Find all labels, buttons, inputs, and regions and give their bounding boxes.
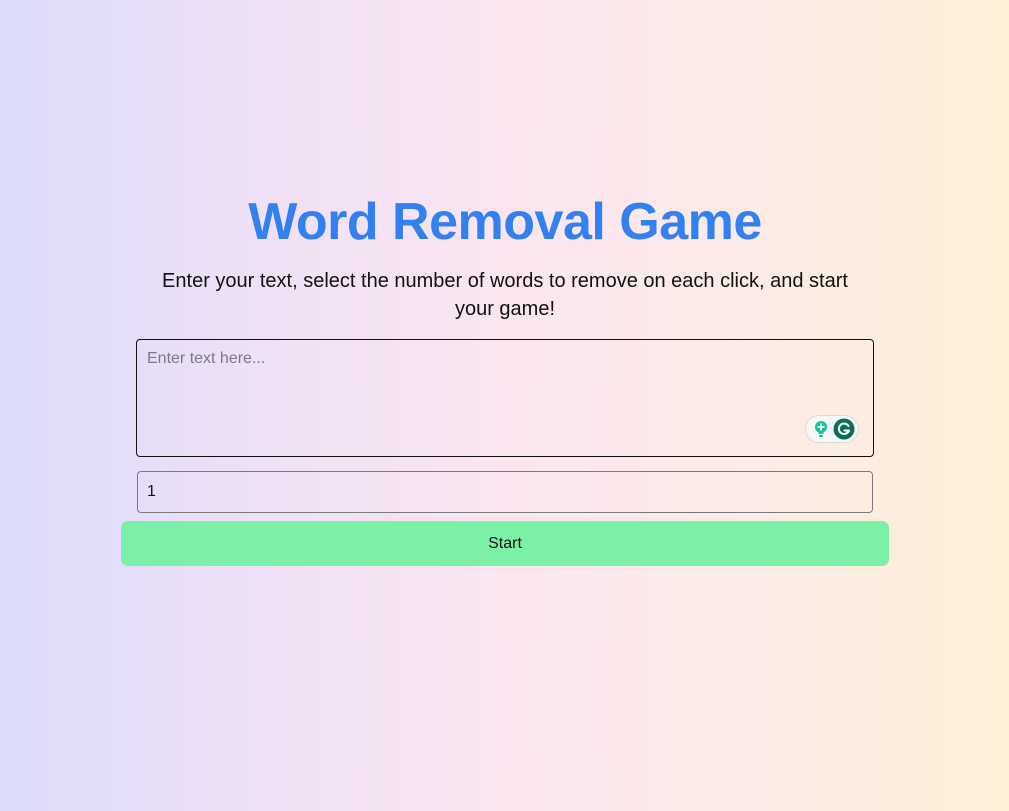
words-to-remove-input[interactable] [137, 471, 873, 513]
start-button[interactable]: Start [121, 521, 889, 566]
page-title: Word Removal Game [248, 193, 762, 251]
text-input-wrapper [136, 339, 874, 457]
grammarly-g-icon[interactable] [833, 418, 855, 440]
grammarly-widget[interactable] [805, 415, 859, 443]
text-input[interactable] [136, 339, 874, 457]
game-container: Word Removal Game Enter your text, selec… [121, 190, 889, 566]
instructions-text: Enter your text, select the number of wo… [162, 270, 848, 320]
lightbulb-icon[interactable] [810, 418, 832, 440]
